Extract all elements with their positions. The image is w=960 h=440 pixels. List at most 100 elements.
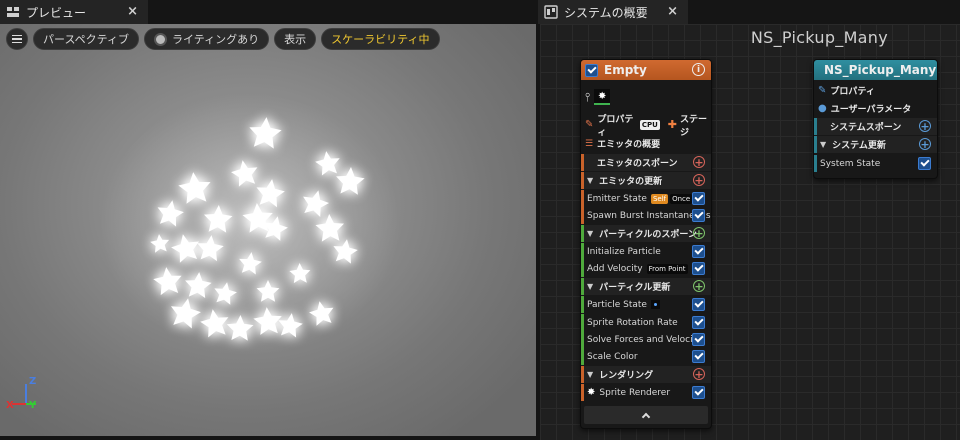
collapse-caret-icon[interactable]: ▼ [587,282,593,291]
collapse-caret-icon[interactable]: ▼ [587,370,593,379]
collapse-caret-icon[interactable]: ▼ [587,229,593,238]
hamburger-icon [12,34,22,44]
system-spawn-label: システムスポーン [830,123,902,133]
module-label: Initialize Particle [587,246,661,257]
viewport-menu-button[interactable] [6,28,28,50]
viewport-layout-icon [6,5,20,19]
sprite-icon[interactable]: ✸ [594,89,611,105]
collapse-caret-icon[interactable]: ▼ [820,140,826,149]
user-parameters-row[interactable]: ● ユーザーパラメータ [814,100,937,117]
close-icon[interactable]: × [667,4,678,19]
module-emitter-state[interactable]: Emitter State Self Once [581,190,711,207]
module-enable-checkbox[interactable] [692,298,705,311]
stage-label[interactable]: ステージ [680,112,711,138]
axis-gizmo: Z X Y [6,374,46,414]
module-label: Add Velocity [587,263,643,274]
module-enable-checkbox[interactable] [692,192,705,205]
close-icon[interactable]: × [127,4,138,19]
emitter-icons-row: ⫯ ✸ [585,86,611,108]
spawn-icon[interactable]: ⫯ [585,90,590,105]
scalability-button[interactable]: スケーラビリティ中 [321,28,440,50]
emitter-enable-checkbox[interactable] [585,63,598,77]
system-update-row[interactable]: ▼ システム更新 + [814,136,937,153]
tab-preview[interactable]: プレビュー × [0,0,148,24]
tab-preview-label: プレビュー [26,5,87,20]
rendering-label: レンダリング [599,371,654,381]
tab-system-overview[interactable]: システムの概要 × [538,0,688,24]
add-module-icon[interactable]: + [919,138,931,150]
module-label: System State [820,158,881,169]
plus-icon: ✚ [667,118,678,131]
show-button[interactable]: 表示 [274,28,317,50]
module-label: Emitter State [587,193,647,204]
emitter-properties-row[interactable]: ✎ プロパティ CPU ✚ ステージ [581,115,711,138]
from-point-badge: From Point [646,263,688,274]
emitter-node-header[interactable]: Empty i [581,60,711,80]
system-node-header[interactable]: NS_Pickup_Many [814,60,937,80]
info-icon[interactable]: i [692,63,705,76]
module-add-velocity[interactable]: Add Velocity From Point [581,260,711,277]
add-module-icon[interactable]: + [919,120,931,132]
emitter-summary-label: エミッタの概要 [597,140,661,150]
collapse-node-button[interactable] [584,406,708,424]
collapse-caret-icon[interactable]: ▼ [587,176,593,185]
preview-viewport[interactable]: パースペクティブ ライティングあり 表示 スケーラビリティ中 Z X Y [0,24,536,436]
module-label: Sprite Renderer [599,387,671,398]
system-node[interactable]: NS_Pickup_Many ✎ プロパティ ● ユーザーパラメータ システムス… [813,59,938,179]
emitter-name: Empty [604,63,647,77]
module-scale-color[interactable]: Scale Color [581,348,711,365]
graph-title: NS_Pickup_Many [750,28,888,47]
module-solve-forces[interactable]: Solve Forces and Velocity [581,331,711,348]
properties-label: プロパティ [830,87,875,97]
particle-spawn-row[interactable]: ▼ パーティクルのスポーン + [581,225,711,242]
user-icon: ● [818,103,827,114]
emitter-update-row[interactable]: ▼ エミッタの更新 + [581,172,711,189]
module-sprite-rotation[interactable]: Sprite Rotation Rate [581,314,711,331]
add-module-icon[interactable]: + [693,280,705,292]
cpu-badge: CPU [639,119,660,130]
pencil-icon: ✎ [818,85,827,96]
perspective-button[interactable]: パースペクティブ [33,28,140,50]
system-properties-row[interactable]: ✎ プロパティ [814,82,937,99]
module-system-state[interactable]: System State [814,155,937,172]
module-enable-checkbox[interactable] [692,262,705,275]
add-module-icon[interactable]: + [693,227,705,239]
module-particle-state[interactable]: Particle State [581,296,711,313]
module-spawn-burst[interactable]: Spawn Burst Instantaneous [581,207,711,224]
module-enable-checkbox[interactable] [918,157,931,170]
module-sprite-renderer[interactable]: ✸ Sprite Renderer [581,384,711,401]
module-label: Particle State [587,299,647,310]
emitter-summary-row[interactable]: ☰ エミッタの概要 [581,135,711,152]
particle-spawn-label: パーティクルのスポーン [599,230,697,240]
add-module-icon[interactable]: + [693,156,705,168]
graph-canvas[interactable]: NS_Pickup_Many Empty i ⫯ ✸ ✎ プロパティ CPU ✚… [540,24,960,440]
self-badge: Self [650,193,669,204]
rendering-row[interactable]: ▼ レンダリング + [581,366,711,383]
lighting-button[interactable]: ライティングあり [144,28,270,50]
system-spawn-row[interactable]: システムスポーン + [814,118,937,135]
particle-stars [100,94,400,354]
axis-x-label: X [6,400,14,411]
module-enable-checkbox[interactable] [692,316,705,329]
preview-tabbar: プレビュー × [0,0,538,24]
emitter-spawn-row[interactable]: エミッタのスポーン + [581,154,711,171]
module-initialize-particle[interactable]: Initialize Particle [581,243,711,260]
emitter-node[interactable]: Empty i ⫯ ✸ ✎ プロパティ CPU ✚ ステージ ☰ エミッタの概要… [580,59,712,429]
properties-label: プロパティ [597,114,634,138]
add-module-icon[interactable]: + [693,368,705,380]
preview-panel: プレビュー × パースペクティブ ライティングあり 表示 スケーラビリティ中 Z… [0,0,538,440]
particle-update-row[interactable]: ▼ パーティクル更新 + [581,278,711,295]
pencil-icon: ✎ [585,119,594,130]
axis-z-label: Z [29,376,37,387]
module-enable-checkbox[interactable] [692,333,705,346]
module-enable-checkbox[interactable] [692,245,705,258]
module-enable-checkbox[interactable] [692,350,705,363]
system-overview-panel: システムの概要 × NS_Pickup_Many Empty i ⫯ ✸ ✎ プ… [538,0,960,440]
module-enable-checkbox[interactable] [692,386,705,399]
list-icon: ☰ [585,138,594,149]
graph-icon [544,5,558,19]
module-enable-checkbox[interactable] [692,209,705,222]
add-module-icon[interactable]: + [693,174,705,186]
tab-system-overview-label: システムの概要 [564,5,648,20]
once-badge: Once [670,193,693,204]
